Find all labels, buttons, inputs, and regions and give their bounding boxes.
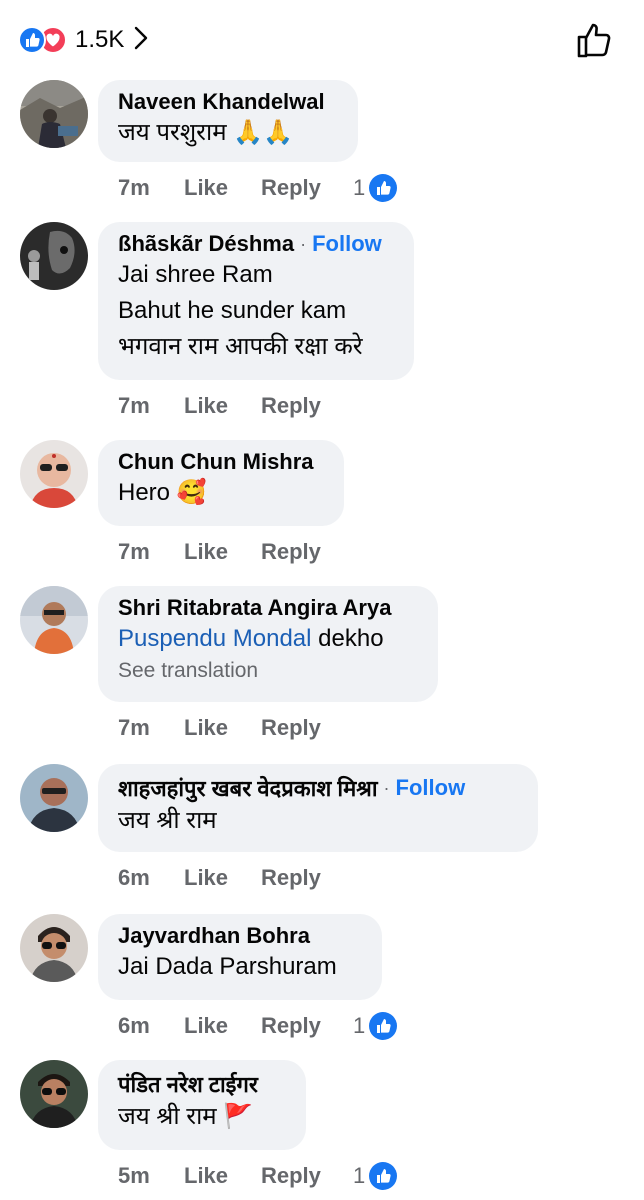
chevron-right-icon <box>134 26 148 55</box>
reply-button[interactable]: Reply <box>261 1013 353 1039</box>
comment-actions: 7m Like Reply <box>118 708 353 748</box>
comment-bubble[interactable]: शाहजहांपुर खबर वेदप्रकाश मिश्रा · Follow… <box>98 764 538 852</box>
reaction-count: 1.5K <box>75 26 125 53</box>
comment-time: 7m <box>118 715 150 740</box>
commenter-name[interactable]: Shri Ritabrata Angira Arya <box>118 595 391 621</box>
reactions-header: 1.5K <box>0 0 644 80</box>
comment-text-line: Bahut he sunder kam <box>118 297 347 324</box>
comment-reaction-count[interactable]: 1 <box>353 1162 398 1190</box>
comment-text: जय परशुराम 🙏🙏 <box>118 119 293 146</box>
commenter-name[interactable]: Chun Chun Mishra <box>118 449 314 475</box>
separator-dot: · <box>383 777 390 798</box>
see-translation-link[interactable]: See translation <box>118 659 418 683</box>
comment-time: 6m <box>118 865 150 890</box>
separator-dot: · <box>300 233 307 254</box>
comment-reaction-count[interactable]: 1 <box>353 174 398 202</box>
comment-time: 7m <box>118 393 150 418</box>
comment-bubble[interactable]: Naveen Khandelwal जय परशुराम 🙏🙏 <box>98 80 358 162</box>
comment-time: 7m <box>118 175 150 200</box>
comment-text: Puspendu Mondal dekho <box>118 625 384 652</box>
comment-reaction-count[interactable]: 1 <box>353 1012 398 1040</box>
comment-actions: 6m Like Reply <box>118 858 353 898</box>
comment-bubble[interactable]: ßhãskãr Déshma · Follow Jai shree Ram Ba… <box>98 222 414 380</box>
comment-time: 7m <box>118 539 150 564</box>
commenter-name[interactable]: ßhãskãr Déshma <box>118 231 294 257</box>
comment-text-line: भगवान राम आपकी रक्षा करे <box>118 333 363 360</box>
avatar[interactable] <box>20 914 88 982</box>
comment-bubble[interactable]: पंडित नरेश टाईगर जय श्री राम 🚩 <box>98 1060 306 1150</box>
reply-button[interactable]: Reply <box>261 175 353 201</box>
avatar[interactable] <box>20 80 88 148</box>
like-reaction-icon <box>369 1012 398 1040</box>
comment-text: जय श्री राम <box>118 807 217 834</box>
reply-button[interactable]: Reply <box>261 539 353 565</box>
reply-button[interactable]: Reply <box>261 1163 353 1189</box>
comment-actions: 7m Like Reply <box>118 532 353 572</box>
comment-time: 5m <box>118 1163 150 1188</box>
like-reaction-icon <box>369 174 398 202</box>
commenter-name[interactable]: Naveen Khandelwal <box>118 89 325 115</box>
comment-actions: 6m Like Reply 1 <box>118 1006 398 1046</box>
reply-button[interactable]: Reply <box>261 393 353 419</box>
avatar[interactable] <box>20 764 88 832</box>
avatar[interactable] <box>20 440 88 508</box>
comment-actions: 5m Like Reply 1 <box>118 1156 398 1196</box>
comment-actions: 7m Like Reply <box>118 386 353 426</box>
reply-button[interactable]: Reply <box>261 865 353 891</box>
avatar[interactable] <box>20 1060 88 1128</box>
like-reaction-icon <box>369 1162 398 1190</box>
reaction-summary[interactable]: 1.5K <box>18 24 148 56</box>
like-button[interactable]: Like <box>184 1013 261 1039</box>
like-reaction-icon <box>18 26 46 54</box>
commenter-name[interactable]: पंडित नरेश टाईगर <box>118 1069 258 1099</box>
comment-bubble[interactable]: Shri Ritabrata Angira Arya Puspendu Mond… <box>98 586 438 702</box>
follow-button[interactable]: Follow <box>396 775 466 801</box>
follow-button[interactable]: Follow <box>312 231 382 257</box>
like-button[interactable]: Like <box>184 175 261 201</box>
comment-text: जय श्री राम 🚩 <box>118 1103 254 1130</box>
avatar[interactable] <box>20 586 88 654</box>
avatar[interactable] <box>20 222 88 290</box>
like-button[interactable]: Like <box>184 865 261 891</box>
comment-text-line: Jai shree Ram <box>118 261 273 288</box>
commenter-name[interactable]: शाहजहांपुर खबर वेदप्रकाश मिश्रा <box>118 773 378 803</box>
comment-actions: 7m Like Reply 1 <box>118 168 398 208</box>
reply-button[interactable]: Reply <box>261 715 353 741</box>
like-button[interactable]: Like <box>184 539 261 565</box>
like-button[interactable]: Like <box>184 1163 261 1189</box>
like-button[interactable]: Like <box>184 715 261 741</box>
thumbs-up-icon[interactable] <box>574 20 614 60</box>
mention-link[interactable]: Puspendu Mondal <box>118 625 311 652</box>
comment-text: Jai Dada Parshuram <box>118 953 337 980</box>
comment-text: Hero 🥰 <box>118 479 207 506</box>
comment-bubble[interactable]: Chun Chun Mishra Hero 🥰 <box>98 440 344 526</box>
like-button[interactable]: Like <box>184 393 261 419</box>
commenter-name[interactable]: Jayvardhan Bohra <box>118 923 310 949</box>
comment-time: 6m <box>118 1013 150 1038</box>
comment-bubble[interactable]: Jayvardhan Bohra Jai Dada Parshuram <box>98 914 382 1000</box>
